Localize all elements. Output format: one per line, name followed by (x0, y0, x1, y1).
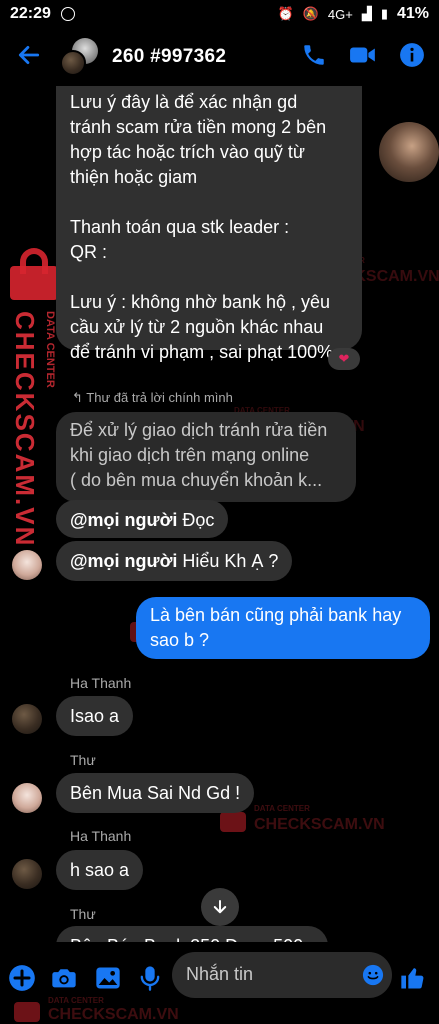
mention[interactable]: @mọi người (70, 551, 177, 571)
battery-icon: ▮ (380, 6, 388, 21)
heart-reaction[interactable]: ❤ (328, 348, 360, 370)
back-arrow-icon[interactable] (16, 42, 42, 68)
message-line: thiện hoặc giam (70, 167, 198, 187)
header-actions (301, 42, 425, 68)
alarm-icon: ⏰ (277, 6, 294, 21)
watermark-vertical-1: CHECKSCAM.VN (10, 311, 40, 548)
emoji-icon[interactable] (362, 964, 384, 986)
sender-name: Ha Thanh (70, 828, 132, 844)
watermark-vertical-2: DATA CENTER (44, 311, 56, 388)
watermark-logo-left (6, 246, 62, 302)
arrow-down-icon (213, 900, 227, 914)
quoted-line: khi giao dịch trên mạng online (70, 445, 310, 465)
battery-label: 41% (396, 5, 429, 22)
message-bubble-doc[interactable]: @mọi người Đọc (56, 500, 229, 538)
message-line (70, 265, 348, 290)
plus-icon[interactable] (8, 964, 36, 992)
thumbs-up-icon[interactable] (399, 964, 427, 992)
chat-header: 260 #997362 (0, 28, 439, 86)
message-bubble[interactable]: h sao a (56, 850, 144, 890)
message-line: cầu xử lý từ 2 nguồn khác nhau (70, 317, 324, 337)
quoted-message[interactable]: Để xử lý giao dịch tránh rửa tiền khi gi… (56, 412, 356, 502)
message-line: tránh scam rửa tiền mong 2 bên (70, 117, 327, 137)
sender-avatar-ha-thanh[interactable] (12, 704, 42, 734)
message-line: để tránh vi phạm , sai phạt 100% (70, 342, 334, 362)
message-line: Thanh toán qua stk leader : (70, 217, 290, 237)
message-line (70, 190, 348, 215)
group-avatar[interactable] (60, 38, 98, 76)
sender-name: Thư (70, 752, 96, 768)
scroll-to-bottom-button[interactable] (201, 888, 239, 926)
signal-icon: ▟ (361, 6, 372, 21)
heart-icon: ❤ (338, 351, 350, 366)
message-line: Lưu ý : không nhờ bank hộ , yêu (70, 292, 331, 312)
message-input-placeholder: Nhắn tin (186, 964, 254, 984)
reply-indicator: ↰ Thư đã trả lời chính mình (72, 390, 233, 405)
gallery-icon[interactable] (94, 964, 122, 992)
status-right: ⏰ 🔕 4G+ ▟ ▮ 41% (278, 5, 430, 23)
message-line: hợp tác hoặc trích vào quỹ từ (70, 142, 305, 162)
message-input[interactable]: Nhắn tin (172, 952, 392, 998)
message-composer: Nhắn tin DATA CENTER CHECKSCAM.VN (0, 942, 439, 1024)
video-call-icon[interactable] (349, 42, 377, 68)
message-list[interactable]: CHECKSCAM.VN DATA CENTER DATA CENTER CHE… (0, 86, 439, 942)
message-bubble[interactable]: Isao a (56, 696, 134, 736)
chat-title[interactable]: 260 #997362 (112, 46, 226, 68)
sender-avatar-ha-thanh[interactable] (12, 859, 42, 889)
message-bubble-partial[interactable]: Bên Bán Bank 250 Dong 500 (56, 926, 328, 942)
message-bubble[interactable]: Bên Mua Sai Nd Gd ! (56, 773, 255, 813)
mute-icon: 🔕 (302, 6, 319, 21)
info-icon[interactable] (399, 42, 425, 68)
quoted-line: Để xử lý giao dịch tránh rửa tiền (70, 420, 328, 440)
reply-arrow-icon: ↰ (72, 390, 87, 405)
sender-avatar-thu[interactable] (12, 783, 42, 813)
sender-name: Ha Thanh (70, 675, 132, 691)
message-line: QR : (70, 242, 108, 262)
message-bubble-rules[interactable]: Lưu ý đây là để xác nhận gd tránh scam r… (56, 86, 362, 362)
camera-icon[interactable] (50, 964, 78, 992)
status-time: 22:29 (10, 5, 51, 22)
sender-avatar-thu[interactable] (12, 550, 42, 580)
message-line: Lưu ý đây là để xác nhận gd (70, 92, 298, 112)
sender-name: Thư (70, 906, 96, 922)
microphone-icon[interactable] (136, 964, 164, 992)
messenger-notification-icon (60, 7, 75, 21)
message-bubble-own[interactable]: Là bên bán cũng phải bank hay sao b ? (136, 597, 430, 659)
mention[interactable]: @mọi người (70, 510, 177, 530)
seen-avatar (379, 122, 439, 182)
status-bar: 22:29 ⏰ 🔕 4G+ ▟ ▮ 41% (0, 0, 439, 28)
phone-icon[interactable] (301, 42, 327, 68)
quoted-line: ( do bên mua chuyển khoản k... (70, 470, 323, 490)
message-bubble-understand[interactable]: @mọi người Hiểu Kh Ạ ? (56, 541, 293, 581)
network-label: 4G+ (327, 6, 353, 22)
